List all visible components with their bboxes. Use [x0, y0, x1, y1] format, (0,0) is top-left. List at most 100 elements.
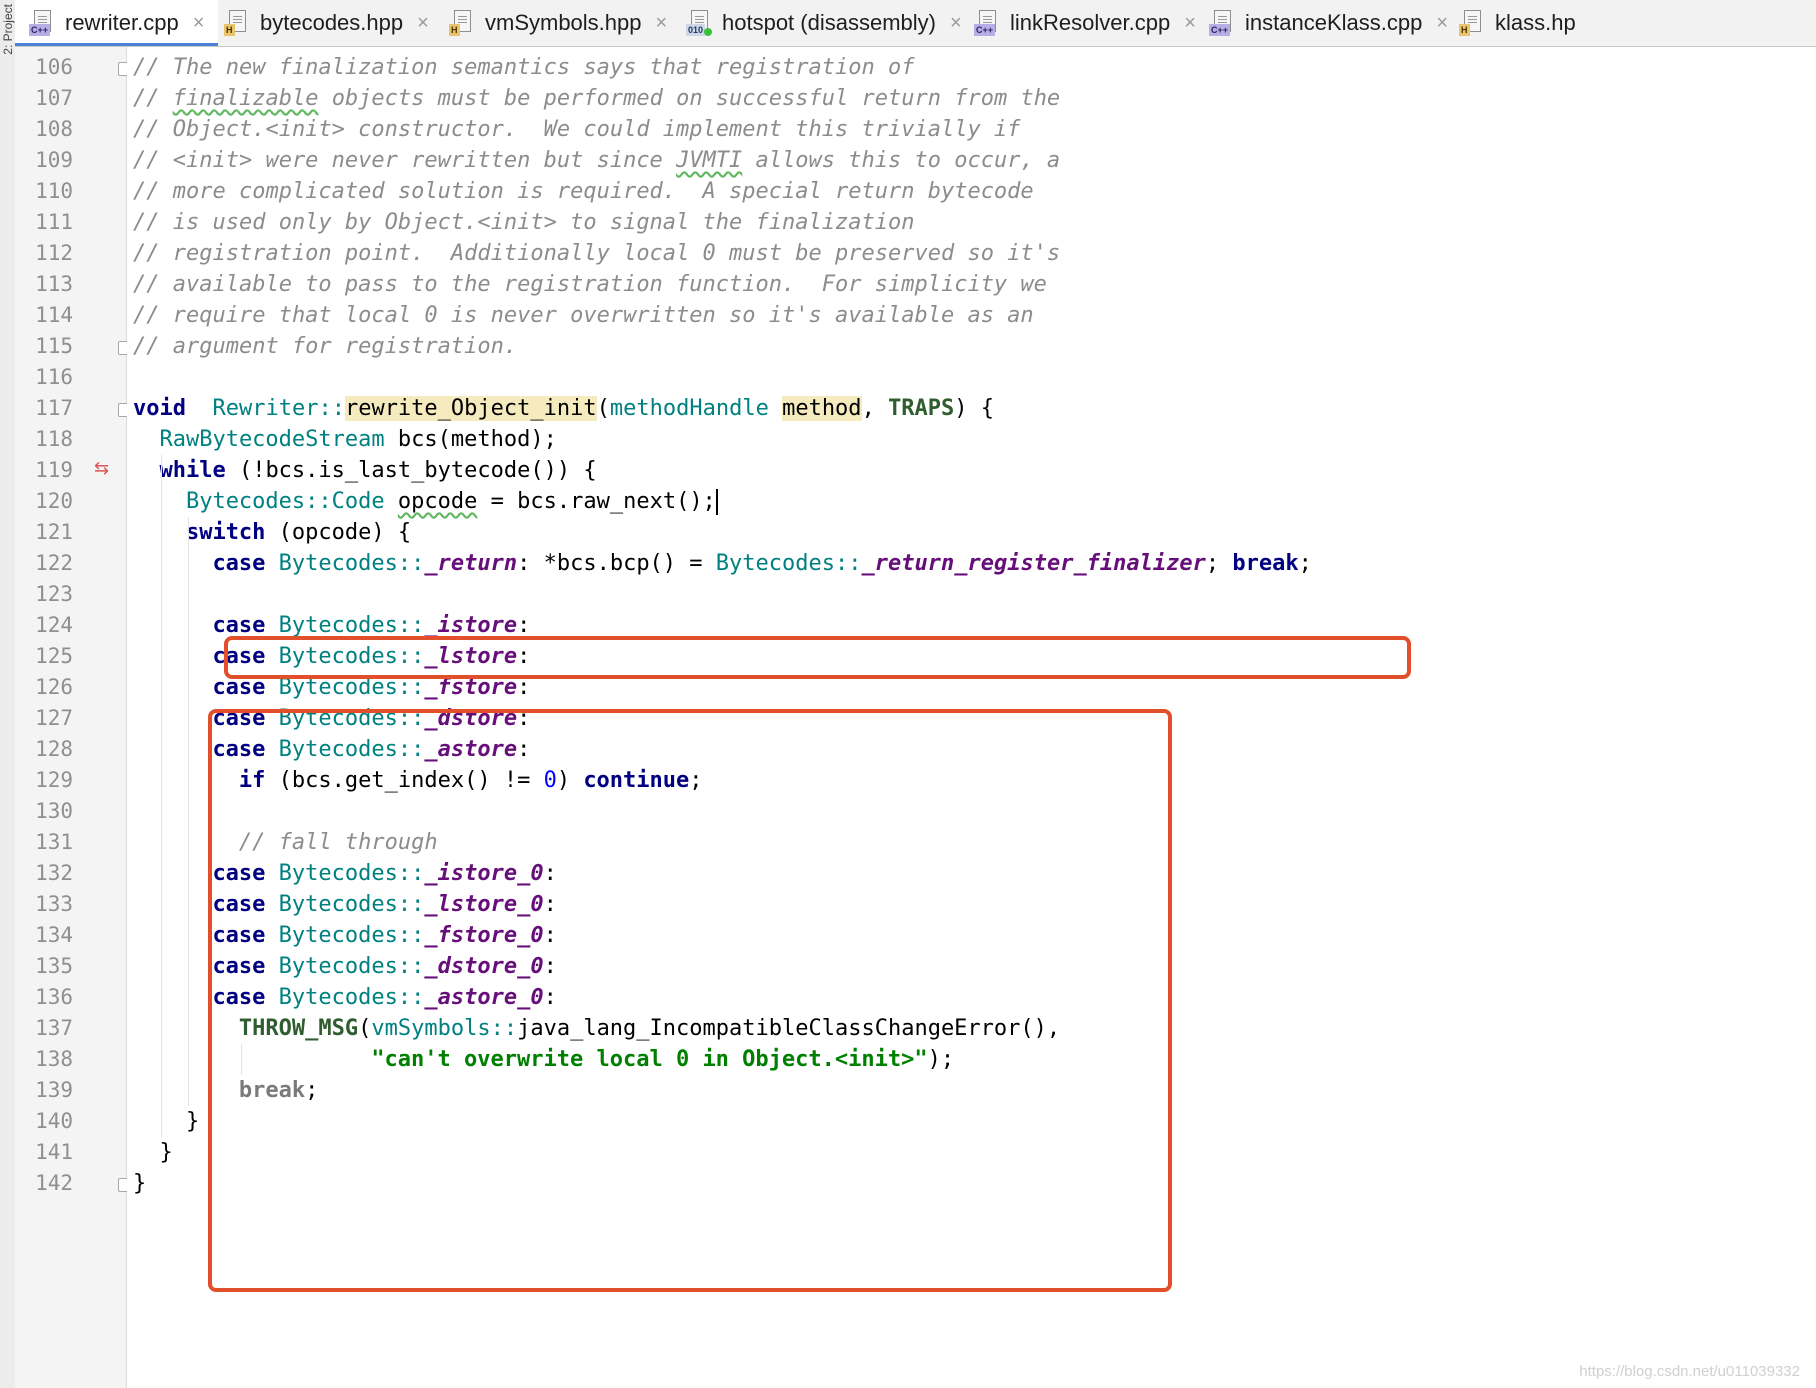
code-token: _return [424, 551, 518, 576]
code-token: = bcs.raw_next(); [477, 489, 716, 514]
close-tab-icon[interactable]: × [193, 12, 205, 35]
code-line[interactable]: } [159, 1137, 172, 1168]
code-token: rewrite_Object_init [344, 396, 597, 421]
line-number: 126 [35, 675, 73, 699]
code-token: Rewriter [212, 396, 319, 421]
code-token: (opcode) { [265, 520, 412, 545]
code-line[interactable]: // finalizable objects must be performed… [133, 83, 1060, 114]
code-token: // more complicated solution is required… [133, 179, 1034, 204]
line-number: 134 [35, 923, 73, 947]
code-token: } [185, 1109, 200, 1134]
line-number: 107 [35, 86, 73, 110]
code-line[interactable]: case Bytecodes::_return: *bcs.bcp() = By… [212, 548, 1311, 579]
line-number: 123 [35, 582, 73, 606]
code-token: ; [1205, 551, 1233, 576]
tab-rewriter-cpp[interactable]: C++ rewriter.cpp × [15, 0, 219, 46]
line-number: 132 [35, 861, 73, 885]
code-token: } [159, 1140, 173, 1165]
line-number: 108 [35, 117, 73, 141]
code-line[interactable]: // require that local 0 is never overwri… [133, 300, 1034, 331]
override-marker-icon[interactable]: ⇆ [94, 458, 109, 479]
code-token: Bytecodes [715, 551, 836, 576]
line-number-gutter[interactable]: 106 107 108 109 110 111 112 113 114 115 116 117 118 1… [15, 47, 132, 1388]
file-type-badge: H [224, 24, 235, 36]
line-number: 112 [35, 241, 73, 265]
code-token: _return_register_finalizer [861, 551, 1206, 576]
line-number: 130 [35, 799, 73, 823]
bin-file-icon: 010 [686, 10, 712, 36]
code-line[interactable]: // Object.<init> constructor. We could i… [133, 114, 1020, 145]
tool-window-strip[interactable]: 2: Project [0, 0, 16, 1388]
code-token: // registration point. Additionally loca… [133, 241, 1061, 266]
code-token: // <init> were never rewritten but since [133, 148, 677, 173]
code-token: (!bcs.is_last_bytecode()) { [225, 458, 597, 483]
code-line[interactable]: // registration point. Additionally loca… [133, 238, 1060, 269]
code-token: // [133, 86, 173, 111]
close-tab-icon[interactable]: × [417, 12, 429, 35]
tab-label: vmSymbols.hpp [485, 10, 642, 35]
line-number: 133 [35, 892, 73, 916]
code-token: finalizable [172, 86, 319, 111]
code-token: RawBytecodeStream [159, 427, 385, 452]
file-type-badge: H [1459, 24, 1470, 36]
line-number: 109 [35, 148, 73, 172]
code-token: void [133, 396, 186, 421]
file-type-badge: 010 [686, 24, 706, 36]
code-line[interactable]: // The new finalization semantics says t… [133, 52, 914, 83]
tab-hotspot-disassembly-[interactable]: 010 hotspot (disassembly) × [672, 0, 976, 46]
code-token: switch [185, 520, 266, 545]
line-number: 122 [35, 551, 73, 575]
tab-linkresolver-cpp[interactable]: C++ linkResolver.cpp × [960, 0, 1210, 46]
indent-guide [161, 455, 163, 1137]
line-number: 128 [35, 737, 73, 761]
code-token: // available to pass to the registration… [133, 272, 1047, 297]
text-caret [715, 489, 718, 515]
line-number: 129 [35, 768, 73, 792]
tab-label: linkResolver.cpp [1010, 10, 1171, 35]
code-line[interactable]: } [133, 1168, 146, 1199]
line-number: 141 [35, 1140, 73, 1164]
code-line[interactable]: while (!bcs.is_last_bytecode()) { [159, 455, 596, 486]
line-number: 127 [35, 706, 73, 730]
line-number: 121 [35, 520, 73, 544]
line-number: 106 [35, 55, 73, 79]
code-token: method [782, 396, 862, 421]
project-tool-label[interactable]: 2: Project [1, 4, 15, 55]
line-number: 131 [35, 830, 73, 854]
code-line[interactable]: RawBytecodeStream bcs(method); [159, 424, 556, 455]
tab-label: instanceKlass.cpp [1245, 10, 1423, 35]
code-line[interactable]: void Rewriter::rewrite_Object_init(metho… [133, 393, 994, 424]
code-line[interactable]: // <init> were never rewritten but since… [133, 145, 1060, 176]
code-line[interactable]: // argument for registration. [133, 331, 517, 362]
code-line[interactable]: switch (opcode) { [186, 517, 411, 548]
code-line[interactable]: Bytecodes::Code opcode = bcs.raw_next(); [186, 486, 718, 517]
tab-klass-hp[interactable]: Hklass.hp [1445, 0, 1590, 46]
tab-bytecodes-hpp[interactable]: Hbytecodes.hpp × [210, 0, 443, 46]
code-token: opcode [397, 489, 478, 514]
line-number: 111 [35, 210, 73, 234]
code-token: ( [596, 396, 610, 421]
tab-label: bytecodes.hpp [260, 10, 404, 35]
line-number: 125 [35, 644, 73, 668]
code-line[interactable]: // is used only by Object.<init> to sign… [133, 207, 914, 238]
line-number: 110 [35, 179, 73, 203]
code-token: : *bcs.bcp() = [517, 551, 716, 576]
code-token: while [159, 458, 226, 483]
close-tab-icon[interactable]: × [656, 12, 668, 35]
line-number: 120 [35, 489, 73, 513]
code-token: case [212, 551, 266, 576]
watermark: https://blog.csdn.net/u011039332 [1579, 1363, 1800, 1380]
code-line[interactable]: // more complicated solution is required… [133, 176, 1034, 207]
code-line[interactable]: } [186, 1106, 199, 1137]
indent-guide [187, 517, 189, 1106]
cpp-file-icon: C++ [974, 10, 1000, 36]
tab-vmsymbols-hpp[interactable]: HvmSymbols.hpp × [435, 0, 681, 46]
code-token: Bytecodes [278, 613, 398, 638]
tab-instanceklass-cpp[interactable]: C++ instanceKlass.cpp × [1195, 0, 1462, 46]
code-token: // require that local 0 is never overwri… [133, 303, 1034, 328]
annotation-box-return-case [224, 636, 1411, 679]
code-line[interactable]: // available to pass to the registration… [133, 269, 1047, 300]
